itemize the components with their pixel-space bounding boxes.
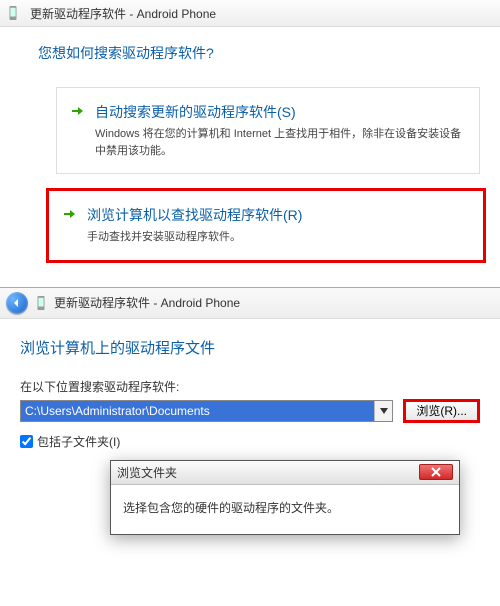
arrow-right-icon (63, 205, 77, 246)
search-method-panel: 您想如何搜索驱动程序软件? 自动搜索更新的驱动程序软件(S) Windows 将… (0, 27, 500, 281)
option-auto-content: 自动搜索更新的驱动程序软件(S) Windows 将在您的计算机和 Intern… (95, 102, 465, 159)
window-title: 更新驱动程序软件 - Android Phone (54, 294, 240, 311)
top-window: 更新驱动程序软件 - Android Phone 您想如何搜索驱动程序软件? 自… (0, 0, 500, 281)
browse-button[interactable]: 浏览(R)... (403, 399, 480, 423)
option-browse-computer[interactable]: 浏览计算机以查找驱动程序软件(R) 手动查找并安装驱动程序软件。 (46, 188, 486, 263)
option-auto-desc: Windows 将在您的计算机和 Internet 上查找用于相件，除非在设备安… (95, 126, 465, 159)
arrow-right-icon (71, 102, 85, 159)
dialog-instruction: 选择包含您的硬件的驱动程序的文件夹。 (111, 485, 459, 534)
option-browse-content: 浏览计算机以查找驱动程序软件(R) 手动查找并安装驱动程序软件。 (87, 205, 302, 246)
path-row: 浏览(R)... (20, 399, 480, 423)
device-icon (6, 4, 20, 22)
include-subfolders-label: 包括子文件夹(I) (37, 433, 120, 450)
path-input[interactable] (21, 401, 374, 421)
path-combobox[interactable] (20, 400, 393, 422)
browse-folder-dialog: 浏览文件夹 选择包含您的硬件的驱动程序的文件夹。 (110, 460, 460, 535)
browse-driver-panel: 浏览计算机上的驱动程序文件 在以下位置搜索驱动程序软件: 浏览(R)... 包括… (0, 319, 500, 543)
option-browse-title: 浏览计算机以查找驱动程序软件(R) (87, 205, 302, 225)
lower-window: 更新驱动程序软件 - Android Phone 浏览计算机上的驱动程序文件 在… (0, 287, 500, 543)
option-browse-desc: 手动查找并安装驱动程序软件。 (87, 229, 302, 246)
option-auto-search[interactable]: 自动搜索更新的驱动程序软件(S) Windows 将在您的计算机和 Intern… (56, 87, 480, 174)
dropdown-button[interactable] (374, 401, 392, 421)
back-button[interactable] (6, 292, 28, 314)
window-header: 更新驱动程序软件 - Android Phone (0, 288, 500, 319)
include-subfolders-checkbox[interactable] (20, 435, 33, 448)
dialog-titlebar[interactable]: 浏览文件夹 (111, 461, 459, 485)
window-title: 更新驱动程序软件 - Android Phone (30, 5, 216, 22)
option-auto-title: 自动搜索更新的驱动程序软件(S) (95, 102, 465, 122)
include-subfolders-row[interactable]: 包括子文件夹(I) (20, 433, 480, 450)
device-icon (34, 294, 48, 312)
prompt-question: 您想如何搜索驱动程序软件? (38, 43, 480, 63)
window-header: 更新驱动程序软件 - Android Phone (0, 0, 500, 27)
dialog-title: 浏览文件夹 (117, 464, 177, 481)
panel-heading: 浏览计算机上的驱动程序文件 (20, 337, 480, 358)
close-button[interactable] (419, 464, 453, 480)
path-label: 在以下位置搜索驱动程序软件: (20, 378, 480, 395)
